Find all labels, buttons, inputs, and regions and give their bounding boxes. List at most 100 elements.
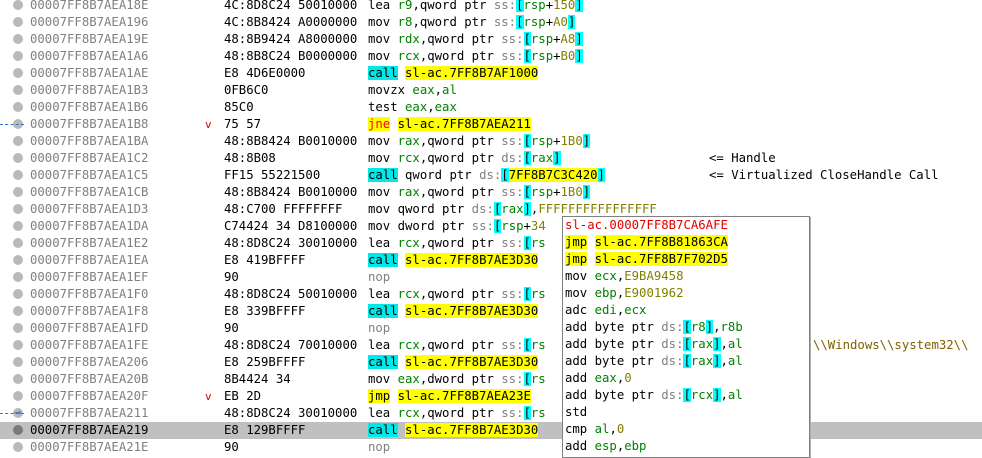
operand: [ bbox=[683, 388, 691, 402]
breakpoint-dot-icon[interactable] bbox=[13, 170, 23, 180]
mnemonic: mov bbox=[368, 49, 398, 63]
breakpoint-dot-icon[interactable] bbox=[13, 357, 23, 367]
mnemonic: jmp bbox=[368, 389, 391, 403]
instruction-bytes: 48:8B8424 B0010000 bbox=[224, 185, 358, 199]
operand: , bbox=[713, 320, 721, 334]
operand: [ bbox=[501, 168, 509, 182]
operand: [ bbox=[523, 134, 531, 148]
operand: eax bbox=[594, 371, 617, 385]
operand: rcx bbox=[397, 406, 420, 420]
disassembly: nop bbox=[368, 269, 390, 286]
disasm-row[interactable]: 00007FF8B7AEA18E 4C:8D8C24 50010000 lea r9… bbox=[0, 0, 982, 14]
operand: ecx bbox=[624, 303, 647, 317]
instruction-bytes: 90 bbox=[224, 440, 239, 454]
branch-target[interactable]: sl-ac.7FF8B7AE3D30 bbox=[405, 423, 539, 437]
operand: ] bbox=[575, 32, 583, 46]
breakpoint-dot-icon[interactable] bbox=[13, 391, 23, 401]
operand bbox=[398, 423, 405, 437]
mnemonic: mov bbox=[368, 202, 398, 216]
disasm-row[interactable]: 00007FF8B7AEA19E 48:8B9424 A8000000 mov rd… bbox=[0, 31, 982, 48]
breakpoint-dot-icon[interactable] bbox=[13, 85, 23, 95]
disassembly: jne sl-ac.7FF8B7AEA211 bbox=[368, 116, 531, 133]
disasm-row[interactable]: 00007FF8B7AEA211 48:8D8C24 30010000 lea rc… bbox=[0, 405, 982, 422]
branch-target[interactable]: sl-ac.7FF8B7AEA23E bbox=[397, 389, 531, 403]
breakpoint-dot-icon[interactable] bbox=[13, 306, 23, 316]
disasm-row[interactable]: 00007FF8B7AEA1CB 48:8B8424 B0010000 mov ra… bbox=[0, 184, 982, 201]
breakpoint-dot-icon[interactable] bbox=[13, 272, 23, 282]
disasm-row[interactable]: 00007FF8B7AEA206 E8 259BFFFF call sl-ac.7F… bbox=[0, 354, 982, 371]
breakpoint-dot-icon[interactable] bbox=[13, 340, 23, 350]
disasm-row[interactable]: 00007FF8B7AEA1F8 E8 339BFFFF call sl-ac.7F… bbox=[0, 303, 982, 320]
breakpoint-dot-icon[interactable] bbox=[13, 68, 23, 78]
branch-target[interactable]: sl-ac.7FF8B7AEA211 bbox=[397, 117, 531, 131]
breakpoint-dot-icon[interactable] bbox=[13, 102, 23, 112]
disasm-row[interactable]: 00007FF8B7AEA1BA 48:8B8424 B0010000 mov ra… bbox=[0, 133, 982, 150]
disasm-row[interactable]: 00007FF8B7AEA219 E8 129BFFFF call sl-ac.7F… bbox=[0, 422, 982, 439]
disasm-row[interactable]: 00007FF8B7AEA1F0 48:8D8C24 50010000 lea rc… bbox=[0, 286, 982, 303]
breakpoint-dot-icon[interactable] bbox=[13, 153, 23, 163]
breakpoint-dot-icon[interactable] bbox=[13, 204, 23, 214]
operand: ss: bbox=[501, 49, 524, 63]
disasm-row[interactable]: 00007FF8B7AEA1FE 48:8D8C24 70010000 lea rc… bbox=[0, 337, 982, 354]
disasm-row[interactable]: 00007FF8B7AEA1A6 48:8B8C24 B0000000 mov rc… bbox=[0, 48, 982, 65]
breakpoint-dot-icon[interactable] bbox=[13, 51, 23, 61]
breakpoint-dot-icon[interactable] bbox=[13, 374, 23, 384]
operand: [ bbox=[683, 354, 691, 368]
branch-target[interactable]: sl-ac.7FF8B7AE3D30 bbox=[405, 355, 539, 369]
mnemonic: call bbox=[368, 423, 398, 437]
operand: ] bbox=[575, 49, 583, 63]
disasm-row[interactable]: 00007FF8B7AEA21E 90 nop bbox=[0, 439, 982, 456]
address: 00007FF8B7AEA1C2 bbox=[30, 151, 149, 165]
branch-target[interactable]: sl-ac.7FF8B7F702D5 bbox=[594, 252, 728, 266]
branch-target[interactable]: sl-ac.7FF8B7AE3D30 bbox=[405, 304, 539, 318]
breakpoint-dot-icon[interactable] bbox=[13, 136, 23, 146]
disassembly: lea rcx,qword ptr ss:[rs bbox=[368, 286, 546, 303]
disasm-row[interactable]: 00007FF8B7AEA1D3 48:C700 FFFFFFFF mov qwor… bbox=[0, 201, 982, 218]
disasm-row[interactable]: 00007FF8B7AEA1FD 90 nop bbox=[0, 320, 982, 337]
operand: r8b bbox=[720, 320, 743, 334]
breakpoint-dot-icon[interactable] bbox=[13, 17, 23, 27]
disasm-row[interactable]: 00007FF8B7AEA1E2 48:8D8C24 30010000 lea rc… bbox=[0, 235, 982, 252]
disasm-row[interactable]: 00007FF8B7AEA196 4C:8B8424 A0000000 mov r8… bbox=[0, 14, 982, 31]
address: 00007FF8B7AEA211 bbox=[30, 406, 149, 420]
popup-line: mov ebp,E9001962 bbox=[565, 285, 683, 302]
disasm-row[interactable]: 00007FF8B7AEA1AE E8 4D6E0000 call sl-ac.7F… bbox=[0, 65, 982, 82]
disasm-row[interactable]: 00007FF8B7AEA1EF 90 nop bbox=[0, 269, 982, 286]
branch-target[interactable]: sl-ac.7FF8B7AF1000 bbox=[405, 66, 539, 80]
disasm-row[interactable]: 00007FF8B7AEA20B 8B4424 34 mov eax,dword p… bbox=[0, 371, 982, 388]
breakpoint-dot-icon[interactable] bbox=[13, 289, 23, 299]
disasm-row[interactable]: 00007FF8B7AEA1C2 48:8B08 mov rcx,qword ptr… bbox=[0, 150, 982, 167]
breakpoint-dot-icon[interactable] bbox=[13, 0, 23, 10]
disasm-row[interactable]: 00007FF8B7AEA1B6 85C0 test eax,eax bbox=[0, 99, 982, 116]
disasm-row[interactable]: 00007FF8B7AEA20F v EB 2D jmp sl-ac.7FF8B7AE… bbox=[0, 388, 982, 405]
operand: , bbox=[720, 354, 728, 368]
operand: rdx bbox=[397, 32, 420, 46]
breakpoint-dot-icon[interactable] bbox=[13, 34, 23, 44]
address: 00007FF8B7AEA1BA bbox=[30, 134, 149, 148]
breakpoint-dot-icon[interactable] bbox=[13, 238, 23, 248]
operand: ,qword ptr bbox=[412, 15, 494, 29]
disasm-row[interactable]: 00007FF8B7AEA1C5 FF15 55221500 call qword … bbox=[0, 167, 982, 184]
operand: byte ptr bbox=[594, 320, 662, 334]
disasm-row[interactable]: 00007FF8B7AEA1EA E8 419BFFFF call sl-ac.7F… bbox=[0, 252, 982, 269]
disassembly: call sl-ac.7FF8B7AE3D30 bbox=[368, 354, 539, 371]
instruction-bytes: 48:8B8C24 B0000000 bbox=[224, 49, 358, 63]
branch-target[interactable]: sl-ac.7FF8B7AE3D30 bbox=[405, 253, 539, 267]
disasm-row[interactable]: 00007FF8B7AEA1B3 0FB6C0 movzx eax,al bbox=[0, 82, 982, 99]
disasm-row[interactable]: 00007FF8B7AEA1B8 v 75 57 jne sl-ac.7FF8B7AE… bbox=[0, 116, 982, 133]
branch-target[interactable]: sl-ac.7FF8B81863CA bbox=[594, 235, 728, 249]
operand: ds: bbox=[471, 202, 494, 216]
breakpoint-dot-icon[interactable] bbox=[13, 425, 23, 435]
breakpoint-dot-icon[interactable] bbox=[13, 221, 23, 231]
disassembly: lea rcx,qword ptr ss:[rs bbox=[368, 337, 546, 354]
disasm-row[interactable]: 00007FF8B7AEA1DA C74424 34 D8100000 mov dw… bbox=[0, 218, 982, 235]
breakpoint-dot-icon[interactable] bbox=[13, 442, 23, 452]
branch-target[interactable]: 7FF8B7C3C420 bbox=[508, 168, 598, 182]
breakpoint-dot-icon[interactable] bbox=[13, 323, 23, 333]
breakpoint-dot-icon[interactable] bbox=[13, 187, 23, 197]
operand: rax bbox=[530, 151, 554, 165]
breakpoint-dot-icon[interactable] bbox=[13, 255, 23, 265]
disassembly: mov dword ptr ss:[rsp+34 bbox=[368, 218, 546, 235]
operand: ,qword ptr bbox=[419, 49, 502, 63]
operand: rax bbox=[397, 185, 420, 199]
